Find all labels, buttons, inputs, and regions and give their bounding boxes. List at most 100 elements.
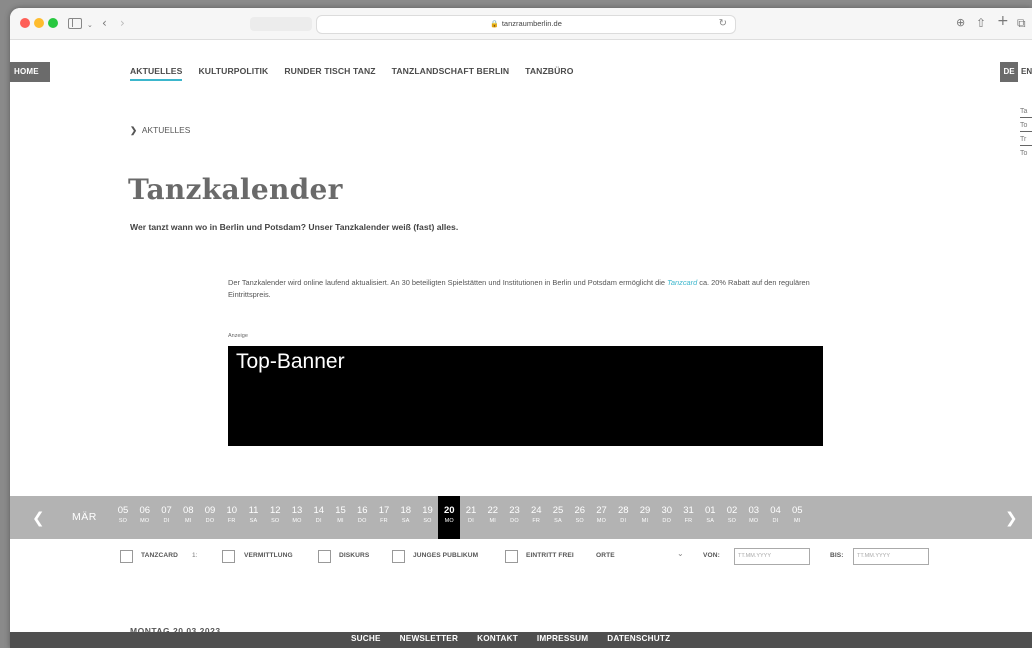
zoom-window-button[interactable]	[48, 18, 58, 28]
calendar-day-weekday: MO	[140, 518, 150, 524]
calendar-day[interactable]: 15 MI	[330, 505, 352, 539]
calendar-day[interactable]: 18 SA	[395, 505, 417, 539]
breadcrumb-link[interactable]: AKTUELLES	[142, 125, 190, 135]
next-dates-arrow-icon[interactable]: ❯	[1005, 509, 1018, 527]
nav-runder-tisch-tanz[interactable]: RUNDER TISCH TANZ	[284, 66, 375, 81]
side-widget-item[interactable]: To	[1020, 148, 1032, 160]
calendar-day[interactable]: 02 SO	[721, 505, 743, 539]
nav-tanzbuero[interactable]: TANZBÜRO	[525, 66, 573, 81]
nav-tanzlandschaft-berlin[interactable]: TANZLANDSCHAFT BERLIN	[392, 66, 509, 81]
footer-link-datenschutz[interactable]: DATENSCHUTZ	[607, 634, 670, 643]
footer-link-impressum[interactable]: IMPRESSUM	[537, 634, 588, 643]
date-strip: ❮ MÄR 05 SO 06 MO 07 DI 08 MI 09 DO 10 FR 11 SA 12 SO 13…	[10, 496, 1032, 539]
minimize-window-button[interactable]	[34, 18, 44, 28]
share-icon[interactable]: ⇧	[976, 15, 986, 31]
calendar-day[interactable]: 06 MO	[134, 505, 156, 539]
calendar-day[interactable]: 01 SA	[699, 505, 721, 539]
calendar-day-number: 25	[552, 505, 564, 516]
calendar-day[interactable]: 11 SA	[243, 505, 265, 539]
footer-link-newsletter[interactable]: NEWSLETTER	[400, 634, 458, 643]
calendar-day[interactable]: 16 DO	[351, 505, 373, 539]
calendar-day[interactable]: 05 SO	[112, 505, 134, 539]
calendar-day[interactable]: 22 MI	[482, 505, 504, 539]
calendar-day-weekday: MO	[749, 518, 759, 524]
nav-kulturpolitik[interactable]: KULTURPOLITIK	[198, 66, 268, 81]
calendar-day[interactable]: 24 FR	[525, 505, 547, 539]
footer: SUCHE NEWSLETTER KONTAKT IMPRESSUM DATEN…	[10, 632, 1032, 648]
tanzcard-checkbox[interactable]	[120, 550, 133, 563]
page-title: Tanzkalender	[128, 173, 343, 206]
calendar-day[interactable]: 21 DI	[460, 505, 482, 539]
calendar-day[interactable]: 03 MO	[743, 505, 765, 539]
eintritt-frei-checkbox[interactable]	[505, 550, 518, 563]
calendar-day[interactable]: 14 DI	[308, 505, 330, 539]
junges-publikum-checkbox[interactable]	[392, 550, 405, 563]
footer-link-kontakt[interactable]: KONTAKT	[477, 634, 518, 643]
tab-placeholder[interactable]	[250, 17, 312, 31]
tanzcard-label: TANZCARD	[141, 552, 178, 559]
diskurs-checkbox[interactable]	[318, 550, 331, 563]
calendar-day-weekday: DI	[315, 518, 322, 524]
calendar-day-weekday: MO	[444, 518, 454, 524]
calendar-day-weekday: FR	[380, 518, 388, 524]
calendar-day[interactable]: 23 DO	[504, 505, 526, 539]
vermittlung-checkbox[interactable]	[222, 550, 235, 563]
calendar-day-weekday: MO	[292, 518, 302, 524]
calendar-day[interactable]: 09 DO	[199, 505, 221, 539]
calendar-day[interactable]: 17 FR	[373, 505, 395, 539]
calendar-day-number: 31	[683, 505, 694, 516]
address-bar[interactable]: 🔒 tanzraumberlin.de ↻	[316, 15, 736, 34]
chevron-down-icon[interactable]: ⌄	[87, 17, 93, 33]
nav-aktuelles[interactable]: AKTUELLES	[130, 66, 183, 81]
month-label: MÄR	[72, 511, 97, 523]
calendar-day[interactable]: 07 DI	[156, 505, 178, 539]
calendar-day[interactable]: 10 FR	[221, 505, 243, 539]
top-banner-ad[interactable]: Top-Banner	[228, 346, 823, 446]
calendar-day[interactable]: 31 FR	[678, 505, 700, 539]
calendar-day-number: 18	[400, 505, 412, 516]
calendar-day[interactable]: 13 MO	[286, 505, 308, 539]
forward-icon[interactable]: ›	[120, 15, 125, 31]
calendar-day[interactable]: 04 DI	[765, 505, 787, 539]
calendar-day[interactable]: 26 SO	[569, 505, 591, 539]
calendar-day-weekday: SO	[727, 518, 737, 524]
orte-select[interactable]: ORTE	[596, 552, 615, 559]
bis-label: BIS:	[830, 552, 844, 559]
calendar-day[interactable]: 12 SO	[264, 505, 286, 539]
calendar-day[interactable]: 28 DI	[612, 505, 634, 539]
footer-link-suche[interactable]: SUCHE	[351, 634, 381, 643]
calendar-day-number: 16	[356, 505, 368, 516]
download-icon[interactable]: ⊕	[956, 15, 965, 31]
reload-icon[interactable]: ↻	[719, 18, 727, 29]
language-de-button[interactable]: DE	[1000, 62, 1018, 82]
calendar-day[interactable]: 27 MO	[591, 505, 613, 539]
calendar-day-number: 20	[443, 505, 455, 516]
side-widget-item[interactable]: To	[1020, 120, 1032, 132]
calendar-day[interactable]: 30 DO	[656, 505, 678, 539]
calendar-day[interactable]: 05 MI	[786, 505, 808, 539]
calendar-day[interactable]: 19 SO	[417, 505, 439, 539]
bis-date-input[interactable]: TT.MM.YYYY	[853, 548, 929, 565]
calendar-day[interactable]: 20 MO	[438, 496, 461, 539]
calendar-day[interactable]: 08 MI	[177, 505, 199, 539]
chevron-down-icon[interactable]: ⌄	[677, 549, 684, 558]
tab-overview-icon[interactable]: ⧉	[1017, 15, 1026, 31]
calendar-day-weekday: SO	[118, 518, 128, 524]
language-en-button[interactable]: EN	[1021, 62, 1032, 82]
calendar-day-number: 15	[335, 505, 346, 516]
calendar-day-number: 26	[574, 505, 586, 516]
sidebar-toggle-icon[interactable]	[68, 18, 82, 29]
home-button[interactable]: HOME	[10, 62, 50, 82]
calendar-day[interactable]: 25 SA	[547, 505, 569, 539]
tanzcard-link[interactable]: Tanzcard	[667, 278, 697, 287]
side-widget-item[interactable]: Tr	[1020, 134, 1032, 146]
calendar-day[interactable]: 29 MI	[634, 505, 656, 539]
back-icon[interactable]: ‹	[102, 15, 107, 31]
side-widget-item[interactable]: Ta	[1020, 106, 1032, 118]
prev-dates-arrow-icon[interactable]: ❮	[32, 509, 45, 527]
calendar-day-weekday: SO	[423, 518, 432, 524]
calendar-day-number: 02	[726, 505, 738, 516]
von-date-input[interactable]: TT.MM.YYYY	[734, 548, 810, 565]
new-tab-icon[interactable]: +	[997, 13, 1009, 29]
close-window-button[interactable]	[20, 18, 30, 28]
